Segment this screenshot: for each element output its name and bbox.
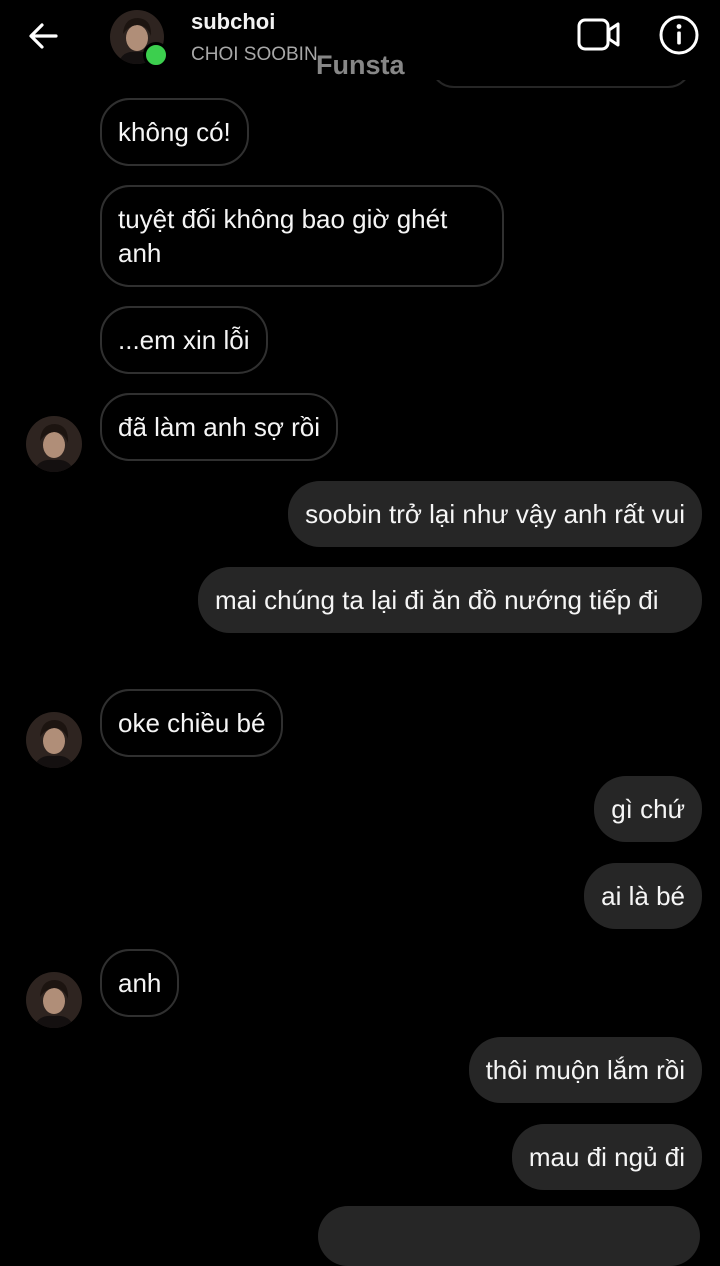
back-button[interactable] <box>22 16 66 56</box>
message-bubble-incoming[interactable]: không có! <box>100 98 249 166</box>
arrow-left-icon <box>29 23 58 49</box>
message-bubble-outgoing[interactable]: soobin trở lại như vậy anh rất vui <box>288 481 702 547</box>
video-camera-icon <box>577 18 620 51</box>
message-bubble-incoming[interactable]: tuyệt đối không bao giờ ghét anh <box>100 185 504 287</box>
message-bubble-outgoing[interactable]: thôi muộn lắm rồi <box>468 1037 702 1103</box>
message-bubble-outgoing[interactable]: mau đi ngủ đi <box>511 1124 702 1190</box>
message-bubble-incoming[interactable]: oke chiều bé <box>100 689 284 757</box>
message-bubble-incoming[interactable]: anh <box>100 949 180 1017</box>
message-bubble-outgoing[interactable]: mai chúng ta lại đi ăn đồ nướng tiếp đi <box>198 567 702 633</box>
chat-header: subchoi CHOI SOOBIN Funsta <box>0 0 720 80</box>
message-bubble-incoming[interactable]: đã làm anh sợ rồi <box>100 393 339 461</box>
profile-photo-icon <box>26 416 82 472</box>
profile-photo-icon <box>26 712 82 768</box>
profile-photo-icon <box>26 972 82 1028</box>
sender-avatar[interactable] <box>26 972 82 1028</box>
info-button[interactable] <box>658 14 700 56</box>
contact-username[interactable]: subchoi <box>191 9 275 35</box>
video-call-button[interactable] <box>576 16 622 54</box>
sender-avatar[interactable] <box>26 712 82 768</box>
sender-avatar[interactable] <box>26 416 82 472</box>
info-icon <box>659 15 699 55</box>
message-bubble-outgoing[interactable]: gì chứ <box>594 776 702 842</box>
online-status-dot <box>143 42 169 68</box>
watermark-text: Funsta <box>316 50 405 80</box>
contact-full-name: CHOI SOOBIN <box>191 44 318 65</box>
partial-message-bubble <box>318 1206 700 1266</box>
message-bubble-incoming[interactable]: ...em xin lỗi <box>100 306 268 374</box>
message-bubble-outgoing[interactable]: ai là bé <box>584 863 702 929</box>
